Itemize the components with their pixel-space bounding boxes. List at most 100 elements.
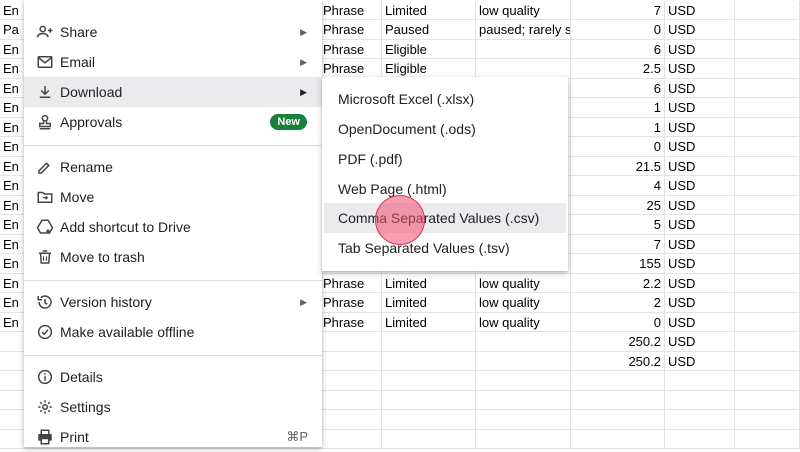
table-cell[interactable] xyxy=(0,390,27,410)
table-cell[interactable] xyxy=(320,429,382,449)
table-cell[interactable]: Phrase xyxy=(320,20,382,40)
download-option-html[interactable]: Web Page (.html) xyxy=(322,174,568,204)
table-cell[interactable] xyxy=(382,371,476,391)
table-cell[interactable]: USD xyxy=(665,39,735,59)
table-cell[interactable] xyxy=(320,410,382,430)
table-cell[interactable]: 6 xyxy=(571,39,665,59)
table-cell[interactable]: Eligible xyxy=(382,39,476,59)
table-cell[interactable]: USD xyxy=(665,176,735,196)
table-cell[interactable] xyxy=(735,234,800,254)
table-cell[interactable]: 7 xyxy=(571,234,665,254)
table-cell[interactable] xyxy=(320,332,382,352)
table-cell[interactable]: En xyxy=(0,137,27,157)
table-cell[interactable]: En xyxy=(0,78,27,98)
table-cell[interactable] xyxy=(0,410,27,430)
table-cell[interactable] xyxy=(476,371,571,391)
table-cell[interactable]: 21.5 xyxy=(571,156,665,176)
table-cell[interactable]: En xyxy=(0,195,27,215)
table-cell[interactable] xyxy=(0,332,27,352)
table-cell[interactable]: Phrase xyxy=(320,0,382,20)
table-cell[interactable] xyxy=(476,390,571,410)
table-cell[interactable]: USD xyxy=(665,293,735,313)
table-cell[interactable]: En xyxy=(0,39,27,59)
table-cell[interactable]: USD xyxy=(665,156,735,176)
table-cell[interactable]: 0 xyxy=(571,137,665,157)
table-cell[interactable] xyxy=(476,410,571,430)
table-cell[interactable]: USD xyxy=(665,351,735,371)
table-cell[interactable] xyxy=(735,332,800,352)
table-cell[interactable] xyxy=(735,59,800,79)
table-cell[interactable]: 1 xyxy=(571,117,665,137)
table-cell[interactable]: 2 xyxy=(571,293,665,313)
download-option-csv[interactable]: Comma Separated Values (.csv) xyxy=(324,203,566,233)
table-cell[interactable] xyxy=(476,59,571,79)
table-cell[interactable]: 25 xyxy=(571,195,665,215)
menu-item-make-offline[interactable]: Make available offline xyxy=(24,317,322,347)
table-cell[interactable]: En xyxy=(0,98,27,118)
menu-item-move-to-trash[interactable]: Move to trash xyxy=(24,242,322,272)
table-cell[interactable]: 2.2 xyxy=(571,273,665,293)
table-cell[interactable] xyxy=(735,39,800,59)
download-option-tsv[interactable]: Tab Separated Values (.tsv) xyxy=(322,233,568,263)
table-cell[interactable] xyxy=(382,390,476,410)
table-cell[interactable]: Phrase xyxy=(320,312,382,332)
table-cell[interactable] xyxy=(735,117,800,137)
table-cell[interactable] xyxy=(571,390,665,410)
table-cell[interactable]: paused; rarely sh xyxy=(476,20,571,40)
table-cell[interactable] xyxy=(735,312,800,332)
table-cell[interactable]: En xyxy=(0,176,27,196)
table-cell[interactable] xyxy=(735,410,800,430)
table-cell[interactable]: 4 xyxy=(571,176,665,196)
table-cell[interactable] xyxy=(735,20,800,40)
menu-item-add-shortcut[interactable]: Add shortcut to Drive xyxy=(24,212,322,242)
menu-item-print[interactable]: Print ⌘P xyxy=(24,422,322,452)
table-cell[interactable]: En xyxy=(0,254,27,274)
table-cell[interactable] xyxy=(382,332,476,352)
table-cell[interactable]: 0 xyxy=(571,312,665,332)
table-cell[interactable] xyxy=(382,429,476,449)
table-cell[interactable]: Phrase xyxy=(320,273,382,293)
table-cell[interactable]: Phrase xyxy=(320,39,382,59)
table-cell[interactable] xyxy=(571,371,665,391)
table-cell[interactable]: low quality xyxy=(476,0,571,20)
table-cell[interactable] xyxy=(0,351,27,371)
table-cell[interactable] xyxy=(735,254,800,274)
table-cell[interactable]: USD xyxy=(665,0,735,20)
table-cell[interactable] xyxy=(320,351,382,371)
table-cell[interactable]: USD xyxy=(665,78,735,98)
table-cell[interactable] xyxy=(735,351,800,371)
table-cell[interactable]: USD xyxy=(665,254,735,274)
table-cell[interactable]: 0 xyxy=(571,20,665,40)
table-cell[interactable]: En xyxy=(0,156,27,176)
table-cell[interactable] xyxy=(735,429,800,449)
download-option-ods[interactable]: OpenDocument (.ods) xyxy=(322,114,568,144)
table-cell[interactable]: Paused xyxy=(382,20,476,40)
table-cell[interactable] xyxy=(476,429,571,449)
menu-item-details[interactable]: Details xyxy=(24,362,322,392)
table-cell[interactable]: 155 xyxy=(571,254,665,274)
table-cell[interactable]: USD xyxy=(665,234,735,254)
table-cell[interactable]: Phrase xyxy=(320,293,382,313)
table-cell[interactable] xyxy=(665,429,735,449)
menu-item-download[interactable]: Download ▶ xyxy=(24,77,322,107)
table-cell[interactable]: USD xyxy=(665,137,735,157)
table-cell[interactable]: En xyxy=(0,273,27,293)
table-cell[interactable]: USD xyxy=(665,98,735,118)
table-cell[interactable]: 1 xyxy=(571,98,665,118)
table-cell[interactable] xyxy=(735,215,800,235)
table-cell[interactable] xyxy=(476,332,571,352)
menu-item-approvals[interactable]: Approvals New xyxy=(24,107,322,137)
table-cell[interactable]: USD xyxy=(665,20,735,40)
table-cell[interactable] xyxy=(735,371,800,391)
table-cell[interactable]: USD xyxy=(665,273,735,293)
table-cell[interactable]: Eligible xyxy=(382,59,476,79)
table-cell[interactable]: USD xyxy=(665,215,735,235)
table-cell[interactable] xyxy=(476,39,571,59)
table-cell[interactable] xyxy=(320,371,382,391)
table-cell[interactable]: 6 xyxy=(571,78,665,98)
table-cell[interactable] xyxy=(735,176,800,196)
table-cell[interactable] xyxy=(735,78,800,98)
table-cell[interactable] xyxy=(0,429,27,449)
table-cell[interactable] xyxy=(476,351,571,371)
table-cell[interactable]: Pa xyxy=(0,20,27,40)
